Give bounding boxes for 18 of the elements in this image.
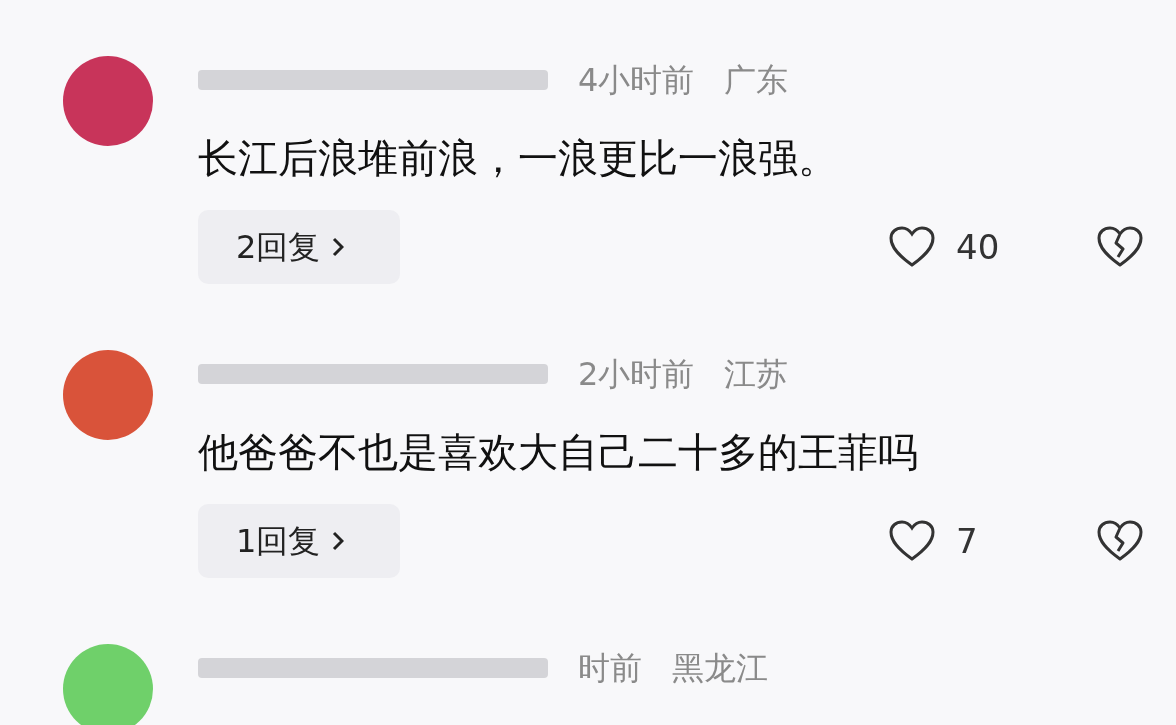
broken-heart-icon[interactable] (1096, 225, 1144, 269)
comment-text: 长江后浪堆前浪，一浪更比一浪强。 (198, 134, 839, 183)
comment-time: 时前 (578, 648, 642, 689)
comment-location: 江苏 (724, 354, 789, 395)
comment-time: 2小时前 (578, 354, 695, 395)
comment-time: 4小时前 (578, 60, 695, 101)
like-count: 40 (956, 225, 1000, 269)
like-count: 7 (956, 519, 978, 563)
heart-icon[interactable] (888, 519, 936, 563)
broken-heart-icon[interactable] (1096, 519, 1144, 563)
replies-button[interactable]: 2回复 (198, 210, 400, 284)
comment-text: 他爸爸不也是喜欢大自己二十多的王菲吗 (198, 428, 919, 477)
replies-button[interactable]: 1回复 (198, 504, 400, 578)
heart-icon[interactable] (888, 225, 936, 269)
chevron-right-icon (332, 237, 345, 257)
comment-location: 广东 (724, 60, 789, 101)
comment-location: 黑龙江 (672, 648, 768, 689)
chevron-right-icon (332, 531, 345, 551)
